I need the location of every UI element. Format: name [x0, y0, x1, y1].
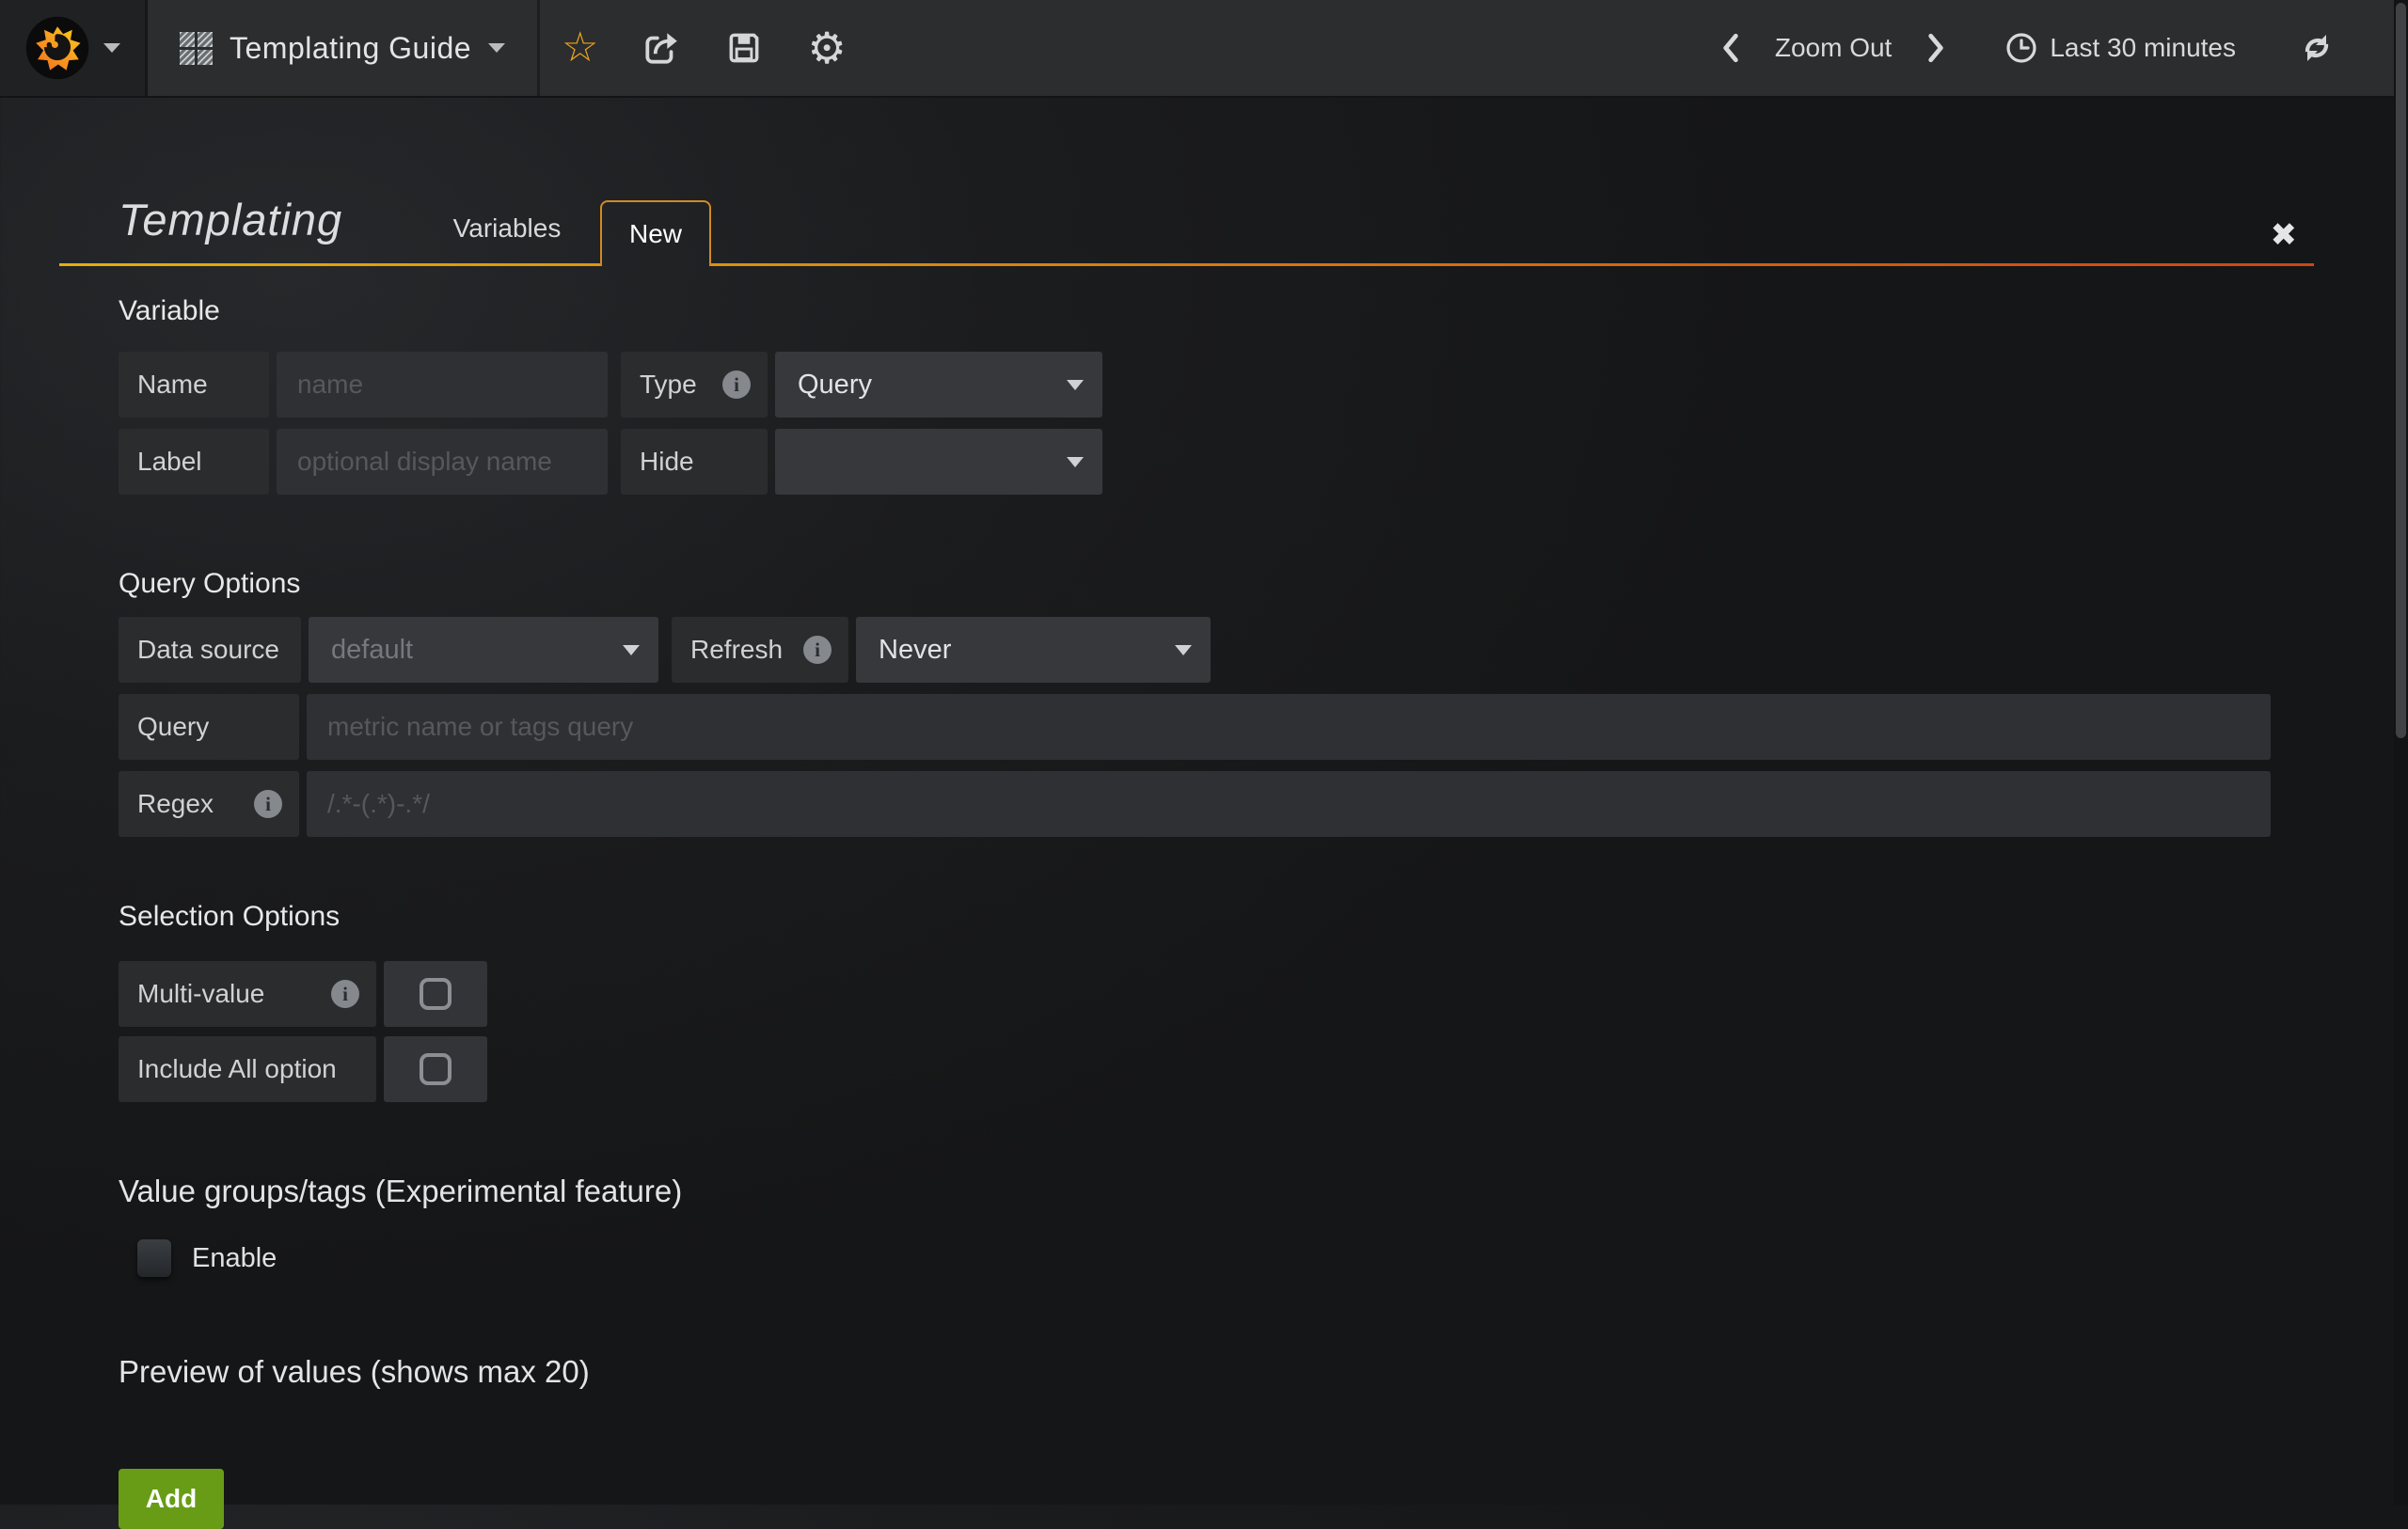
time-shift-back-button[interactable]: [1707, 0, 1754, 96]
dashboard-grid-icon: [180, 32, 213, 65]
info-icon[interactable]: i: [254, 790, 282, 818]
chevron-down-icon: [1067, 380, 1084, 390]
refresh-icon: [2298, 29, 2336, 67]
tab-underline: [711, 263, 2314, 266]
type-select[interactable]: Query: [775, 352, 1102, 418]
info-icon[interactable]: i: [722, 370, 751, 399]
scrollbar-track[interactable]: [2394, 0, 2408, 1505]
grafana-menu-button[interactable]: [0, 0, 148, 96]
type-label: Type i: [621, 352, 768, 418]
hide-select[interactable]: [775, 429, 1102, 495]
clock-icon: [2004, 31, 2038, 65]
time-range-picker-button[interactable]: Last 30 minutes: [1991, 0, 2249, 96]
datasource-select[interactable]: default: [309, 617, 658, 683]
scrollbar-thumb[interactable]: [2396, 3, 2406, 738]
checkbox-icon: [420, 978, 452, 1010]
info-icon[interactable]: i: [803, 636, 832, 664]
dashboard-title-dropdown[interactable]: Templating Guide: [148, 0, 537, 96]
enable-checkbox[interactable]: [137, 1239, 171, 1277]
include-all-checkbox[interactable]: [384, 1036, 487, 1102]
regex-label: Regex i: [119, 771, 299, 837]
enable-row: Enable: [137, 1239, 277, 1277]
time-shift-forward-button[interactable]: [1912, 0, 1959, 96]
name-label: Name: [119, 352, 269, 418]
dashboard-settings-button[interactable]: ⚙: [785, 0, 867, 96]
dashboard-title: Templating Guide: [230, 31, 471, 66]
page-title: Templating: [119, 194, 342, 245]
navbar: Templating Guide ☆ ⚙: [0, 0, 2394, 98]
selection-options-heading: Selection Options: [119, 901, 340, 933]
save-icon: [724, 28, 764, 68]
query-row: Query: [119, 694, 2271, 760]
regex-row: Regex i: [119, 771, 2271, 837]
query-options-heading: Query Options: [119, 568, 300, 600]
tab-new[interactable]: New: [600, 200, 711, 266]
refresh-select[interactable]: Never: [856, 617, 1211, 683]
chevron-right-icon: [1925, 32, 1946, 64]
regex-input[interactable]: [307, 771, 2271, 837]
checkbox-icon: [420, 1053, 452, 1085]
include-all-label: Include All option: [119, 1036, 376, 1102]
variable-label-row: Label Hide: [119, 429, 1102, 495]
time-controls: Zoom Out Last 30 minutes: [1707, 0, 2394, 96]
hide-label: Hide: [621, 429, 768, 495]
star-icon: ☆: [562, 27, 598, 69]
datasource-label: Data source: [119, 617, 301, 683]
save-dashboard-button[interactable]: [703, 0, 785, 96]
zoom-out-button[interactable]: Zoom Out: [1762, 0, 1905, 96]
share-dashboard-button[interactable]: [620, 0, 703, 96]
chevron-left-icon: [1720, 32, 1741, 64]
gear-icon: ⚙: [807, 26, 846, 70]
add-button[interactable]: Add: [119, 1469, 224, 1529]
star-dashboard-button[interactable]: ☆: [540, 0, 620, 96]
query-input[interactable]: [307, 694, 2271, 760]
label-input[interactable]: [277, 429, 608, 495]
info-icon[interactable]: i: [331, 980, 359, 1008]
query-label: Query: [119, 694, 299, 760]
label-label: Label: [119, 429, 269, 495]
refresh-button[interactable]: [2285, 0, 2349, 96]
chevron-down-icon: [1175, 645, 1192, 655]
variable-name-row: Name Type i Query: [119, 352, 1102, 418]
datasource-row: Data source default Refresh i Never: [119, 617, 1211, 683]
close-icon[interactable]: ✖: [2271, 219, 2298, 251]
share-icon: [642, 28, 681, 68]
chevron-down-icon: [103, 43, 120, 53]
chevron-down-icon: [488, 43, 505, 53]
value-groups-heading: Value groups/tags (Experimental feature): [119, 1174, 682, 1209]
grafana-logo-icon: [24, 15, 90, 81]
multi-value-label: Multi-value i: [119, 961, 376, 1027]
name-input[interactable]: [277, 352, 608, 418]
chevron-down-icon: [1067, 457, 1084, 467]
chevron-down-icon: [623, 645, 640, 655]
templating-settings-header: Templating Variables New ✖: [59, 98, 2314, 266]
multi-value-row: Multi-value i: [119, 961, 487, 1027]
multi-value-checkbox[interactable]: [384, 961, 487, 1027]
enable-label: Enable: [192, 1243, 277, 1274]
preview-heading: Preview of values (shows max 20): [119, 1354, 590, 1390]
variable-section-heading: Variable: [119, 295, 220, 327]
tab-underline: [59, 263, 600, 266]
include-all-row: Include All option: [119, 1036, 487, 1102]
tab-variables[interactable]: Variables: [452, 207, 562, 250]
refresh-label: Refresh i: [672, 617, 848, 683]
